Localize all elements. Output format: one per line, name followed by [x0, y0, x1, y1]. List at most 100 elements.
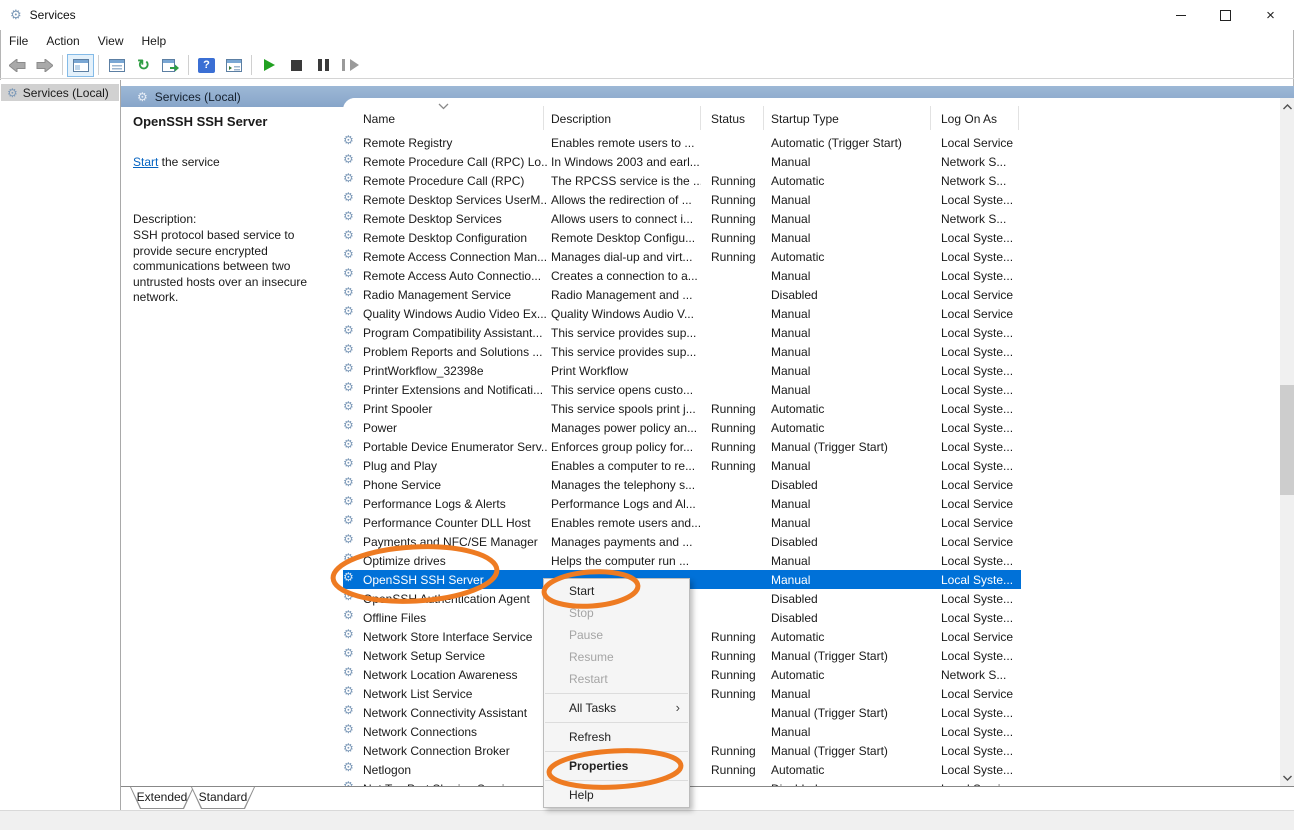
column-divider[interactable]	[1018, 106, 1019, 130]
vertical-scrollbar[interactable]	[1280, 98, 1294, 786]
refresh-button[interactable]: ↻	[130, 54, 157, 77]
table-row[interactable]: ⚙Program Compatibility Assistant...This …	[343, 323, 1021, 342]
cell-status: Running	[711, 649, 766, 663]
service-gear-icon: ⚙	[343, 399, 354, 413]
stop-service-button[interactable]	[283, 54, 310, 77]
cell-description: Remote Desktop Configu...	[551, 231, 701, 245]
table-row[interactable]: ⚙Portable Device Enumerator Serv...Enfor…	[343, 437, 1021, 456]
forward-button[interactable]	[31, 54, 58, 77]
table-row[interactable]: ⚙Printer Extensions and Notificati...Thi…	[343, 380, 1021, 399]
scroll-down-button[interactable]	[1280, 769, 1294, 786]
column-header-startup-type[interactable]: Startup Type	[771, 112, 839, 126]
column-header-description[interactable]: Description	[551, 112, 611, 126]
service-gear-icon: ⚙	[343, 342, 354, 356]
table-row[interactable]: ⚙Remote Access Auto Connectio...Creates …	[343, 266, 1021, 285]
cell-status: Running	[711, 630, 766, 644]
start-service-button[interactable]	[256, 54, 283, 77]
service-gear-icon: ⚙	[343, 722, 354, 736]
table-row[interactable]: ⚙Optimize drivesHelps the computer run .…	[343, 551, 1021, 570]
start-menu-item[interactable]: Start	[544, 580, 689, 602]
maximize-icon	[1220, 10, 1231, 21]
cell-name: Payments and NFC/SE Manager	[363, 535, 547, 549]
cell-startup-type: Manual	[771, 231, 934, 245]
console-tree-panel: ⚙ Services (Local)	[0, 80, 121, 810]
menu-separator	[545, 722, 688, 723]
list-header: Name Description Status Startup Type Log…	[343, 98, 1280, 133]
minimize-button[interactable]	[1158, 1, 1203, 29]
menu-file[interactable]: File	[0, 31, 37, 51]
tree-item-services-local[interactable]: ⚙ Services (Local)	[1, 84, 119, 101]
cell-log-on-as: Local Syste...	[941, 459, 1019, 473]
table-row[interactable]: ⚙Phone ServiceManages the telephony s...…	[343, 475, 1021, 494]
start-service-link[interactable]: Start	[133, 155, 158, 169]
menu-action[interactable]: Action	[37, 31, 88, 51]
table-row[interactable]: ⚙Radio Management ServiceRadio Managemen…	[343, 285, 1021, 304]
export-list-button[interactable]	[157, 54, 184, 77]
table-row[interactable]: ⚙Remote RegistryEnables remote users to …	[343, 133, 1021, 152]
table-row[interactable]: ⚙PowerManages power policy an...RunningA…	[343, 418, 1021, 437]
toolbar-separator	[62, 55, 63, 75]
table-row[interactable]: ⚙Remote Desktop ServicesAllows users to …	[343, 209, 1021, 228]
cell-name: Plug and Play	[363, 459, 547, 473]
table-row[interactable]: ⚙Remote Desktop Services UserM...Allows …	[343, 190, 1021, 209]
stop-icon	[291, 60, 302, 71]
cell-description: This service opens custo...	[551, 383, 701, 397]
table-row[interactable]: ⚙Print SpoolerThis service spools print …	[343, 399, 1021, 418]
cell-name: Remote Desktop Services UserM...	[363, 193, 547, 207]
tab-standard[interactable]: Standard	[191, 787, 255, 809]
scroll-up-button[interactable]	[1280, 98, 1294, 115]
service-gear-icon: ⚙	[343, 456, 354, 470]
tab-extended[interactable]: Extended	[130, 787, 194, 809]
table-row[interactable]: ⚙Remote Procedure Call (RPC)The RPCSS se…	[343, 171, 1021, 190]
scrollbar-thumb[interactable]	[1280, 385, 1294, 495]
table-row[interactable]: ⚙Performance Logs & AlertsPerformance Lo…	[343, 494, 1021, 513]
tree-item-label: Services (Local)	[23, 86, 109, 100]
maximize-button[interactable]	[1203, 1, 1248, 29]
table-row[interactable]: ⚙Remote Procedure Call (RPC) Lo...In Win…	[343, 152, 1021, 171]
submenu-arrow-icon: ›	[676, 697, 680, 719]
help-menu-item[interactable]: Help	[544, 784, 689, 806]
pause-menu-item[interactable]: Pause	[544, 624, 689, 646]
cell-description: Helps the computer run ...	[551, 554, 701, 568]
table-row[interactable]: ⚙Remote Access Connection Man...Manages …	[343, 247, 1021, 266]
help-button[interactable]: ?	[193, 54, 220, 77]
service-gear-icon: ⚙	[343, 494, 354, 508]
properties-toolbar-button[interactable]	[103, 54, 130, 77]
stop-menu-item[interactable]: Stop	[544, 602, 689, 624]
cell-status: Running	[711, 668, 766, 682]
column-header-name[interactable]: Name	[363, 112, 395, 126]
menu-help[interactable]: Help	[133, 31, 176, 51]
column-divider[interactable]	[543, 106, 544, 130]
show-console-tree-button[interactable]	[67, 54, 94, 77]
refresh-menu-item[interactable]: Refresh	[544, 726, 689, 748]
properties-menu-item[interactable]: Properties	[544, 755, 689, 777]
cell-log-on-as: Local Service	[941, 136, 1019, 150]
menu-view[interactable]: View	[89, 31, 133, 51]
column-divider[interactable]	[700, 106, 701, 130]
column-divider[interactable]	[763, 106, 764, 130]
column-divider[interactable]	[930, 106, 931, 130]
cell-startup-type: Automatic	[771, 250, 934, 264]
cell-description: Enables remote users and...	[551, 516, 701, 530]
view-button[interactable]	[220, 54, 247, 77]
table-row[interactable]: ⚙PrintWorkflow_32398ePrint WorkflowManua…	[343, 361, 1021, 380]
close-button[interactable]: ×	[1248, 1, 1293, 29]
restart-menu-item[interactable]: Restart	[544, 668, 689, 690]
service-gear-icon: ⚙	[343, 760, 354, 774]
restart-service-button[interactable]	[337, 54, 364, 77]
all-tasks-menu-item[interactable]: All Tasks›	[544, 697, 689, 719]
table-row[interactable]: ⚙Quality Windows Audio Video Ex...Qualit…	[343, 304, 1021, 323]
service-gear-icon: ⚙	[343, 437, 354, 451]
table-row[interactable]: ⚙Performance Counter DLL HostEnables rem…	[343, 513, 1021, 532]
back-button[interactable]	[4, 54, 31, 77]
table-row[interactable]: ⚙Payments and NFC/SE ManagerManages paym…	[343, 532, 1021, 551]
column-header-status[interactable]: Status	[711, 112, 745, 126]
pause-service-button[interactable]	[310, 54, 337, 77]
table-row[interactable]: ⚙Remote Desktop ConfigurationRemote Desk…	[343, 228, 1021, 247]
table-row[interactable]: ⚙Problem Reports and Solutions ...This s…	[343, 342, 1021, 361]
column-header-log-on-as[interactable]: Log On As	[941, 112, 997, 126]
help-icon: ?	[198, 58, 215, 73]
cell-log-on-as: Local Syste...	[941, 554, 1019, 568]
resume-menu-item[interactable]: Resume	[544, 646, 689, 668]
table-row[interactable]: ⚙Plug and PlayEnables a computer to re..…	[343, 456, 1021, 475]
